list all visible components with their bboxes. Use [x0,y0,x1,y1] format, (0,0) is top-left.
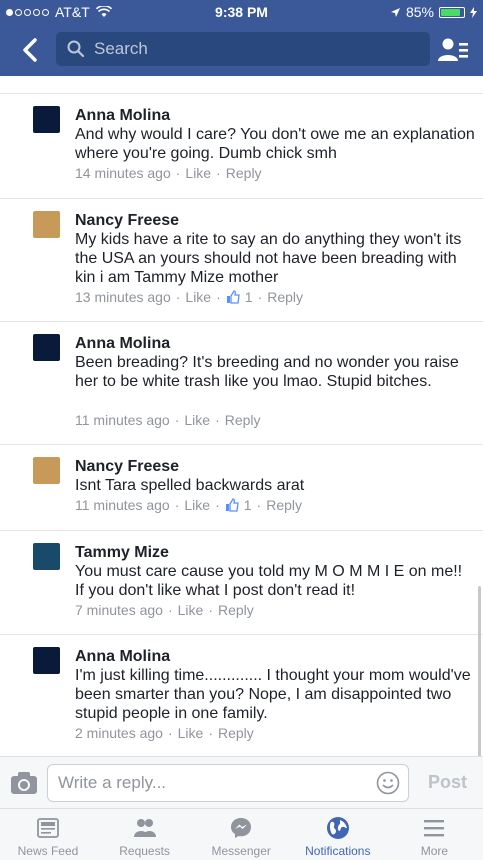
menu-icon [422,816,446,840]
tab-bar: News Feed Requests Messenger Notifications M… [0,808,483,860]
like-count[interactable]: 1 [244,497,252,513]
comment-meta: 14 minutes ago · Like · Reply [75,165,262,181]
status-bar: AT&T 9:38 PM 85% [0,0,483,24]
reply-link[interactable]: Reply [226,165,262,181]
tab-label: Requests [119,844,170,858]
comment-text: Been breading? It's breeding and no wond… [75,354,459,390]
comment-item: Nancy Freese My kids have a rite to say a… [0,199,483,322]
tab-more[interactable]: More [386,809,482,860]
scrollbar[interactable] [478,586,481,756]
tab-label: News Feed [17,844,79,858]
reply-link[interactable]: Reply [266,497,302,513]
avatar[interactable] [33,457,60,484]
back-arrow-icon[interactable] [18,37,44,63]
reply-link[interactable]: Reply [218,725,254,741]
search-icon [67,40,85,58]
like-link[interactable]: Like [185,165,211,181]
avatar[interactable] [33,211,60,238]
thumbs-up-icon [225,498,239,512]
comment-time: 13 minutes ago [75,289,171,305]
reply-placeholder: Write a reply... [58,773,167,792]
comment-item: Anna Molina I'm just killing time........… [0,635,483,756]
comment-author[interactable]: Anna Molina [75,335,170,353]
reply-link[interactable]: Reply [218,602,254,618]
previous-comment-partial [0,76,483,94]
reply-link[interactable]: Reply [225,412,261,428]
nav-bar: Search [0,24,483,76]
comment-time: 2 minutes ago [75,725,163,741]
comment-item: Anna Molina And why would I care? You don… [0,94,483,199]
comment-time: 14 minutes ago [75,165,171,181]
comment-meta: 11 minutes ago · Like · Reply [75,412,261,428]
search-input[interactable]: Search [56,32,430,66]
comment-item: Tammy Mize You must care cause you told m… [0,531,483,635]
comment-meta: 7 minutes ago · Like · Reply [75,602,254,618]
comment-list: Anna Molina And why would I care? You don… [0,76,483,756]
news-feed-icon [36,816,60,840]
like-link[interactable]: Like [184,412,210,428]
reply-link[interactable]: Reply [267,289,303,305]
comment-time: 11 minutes ago [75,412,170,428]
like-link[interactable]: Like [184,497,210,513]
location-arrow-icon [390,7,400,17]
comment-author[interactable]: Tammy Mize [75,544,169,562]
tab-label: Messenger [211,844,271,858]
like-link[interactable]: Like [185,289,211,305]
tab-label: Notifications [305,844,371,858]
search-placeholder: Search [94,39,148,58]
comment-text: And why would I care? You don't owe me a… [75,126,475,162]
comment-time: 7 minutes ago [75,602,163,618]
comment-text: I'm just killing time............. I tho… [75,667,471,722]
like-link[interactable]: Like [178,602,204,618]
reply-input[interactable]: Write a reply... [47,764,409,802]
comment-item: Nancy Freese Isnt Tara spelled backwards … [0,445,483,531]
comment-item: Anna Molina Been breading? It's breeding … [0,322,483,445]
comment-meta: 2 minutes ago · Like · Reply [75,725,254,741]
tab-news-feed[interactable]: News Feed [0,809,96,860]
avatar[interactable] [33,334,60,361]
avatar[interactable] [33,647,60,674]
like-count[interactable]: 1 [245,289,253,305]
messenger-icon [229,816,253,840]
post-button[interactable]: Post [428,772,467,793]
comment-meta: 11 minutes ago · Like · 1 · Reply [75,497,302,513]
charging-icon [470,6,477,18]
comment-text: My kids have a rite to say an do anythin… [75,231,462,286]
globe-icon [326,816,350,840]
tab-label: More [420,844,449,858]
comment-author[interactable]: Anna Molina [75,107,170,125]
comment-text: You must care cause you told my M O M M … [75,563,463,599]
battery-icon [439,6,465,18]
comment-time: 11 minutes ago [75,497,170,513]
emoji-icon[interactable] [376,771,400,795]
battery-percent: 85% [405,4,434,20]
tab-requests[interactable]: Requests [97,809,193,860]
friends-list-icon[interactable] [437,36,469,64]
comment-meta: 13 minutes ago · Like · 1 · Reply [75,289,304,305]
comment-text: Isnt Tara spelled backwards arat [75,477,305,494]
like-link[interactable]: Like [178,725,204,741]
friend-requests-icon [133,816,157,840]
avatar[interactable] [33,543,60,570]
tab-notifications[interactable]: Notifications [290,809,386,860]
comment-author[interactable]: Nancy Freese [75,212,179,230]
camera-icon[interactable] [10,770,38,796]
comment-author[interactable]: Anna Molina [75,648,170,666]
comment-author[interactable]: Nancy Freese [75,458,179,476]
reply-composer: Write a reply... Post [0,756,483,809]
thumbs-up-icon [226,290,240,304]
tab-messenger[interactable]: Messenger [193,809,289,860]
avatar[interactable] [33,106,60,133]
